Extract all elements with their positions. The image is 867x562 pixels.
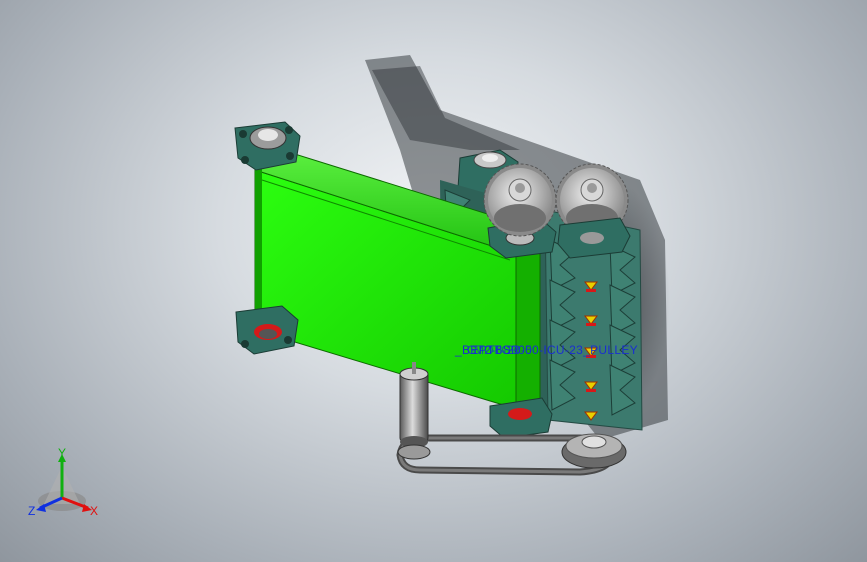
pulley-large[interactable]	[561, 433, 627, 469]
x-axis-label: X	[90, 504, 99, 518]
bearing-bottom-left[interactable]	[235, 305, 299, 355]
reference-triad: Y X Z	[22, 446, 112, 526]
annotation-motor[interactable]: MOTOR	[474, 343, 520, 357]
gear-left[interactable]	[483, 163, 557, 237]
z-axis-label: Z	[28, 504, 36, 518]
conveyor-assembly-model[interactable]	[0, 0, 867, 562]
cad-3d-viewport[interactable]: _BEPTBS0000-ICU-23_PULLEY GT2-6-20-5 MOT…	[0, 0, 867, 562]
bearing-top-left[interactable]	[234, 121, 301, 171]
motor[interactable]	[397, 362, 431, 460]
y-axis-label: Y	[58, 446, 67, 460]
bearing-gear-right[interactable]	[557, 217, 631, 259]
